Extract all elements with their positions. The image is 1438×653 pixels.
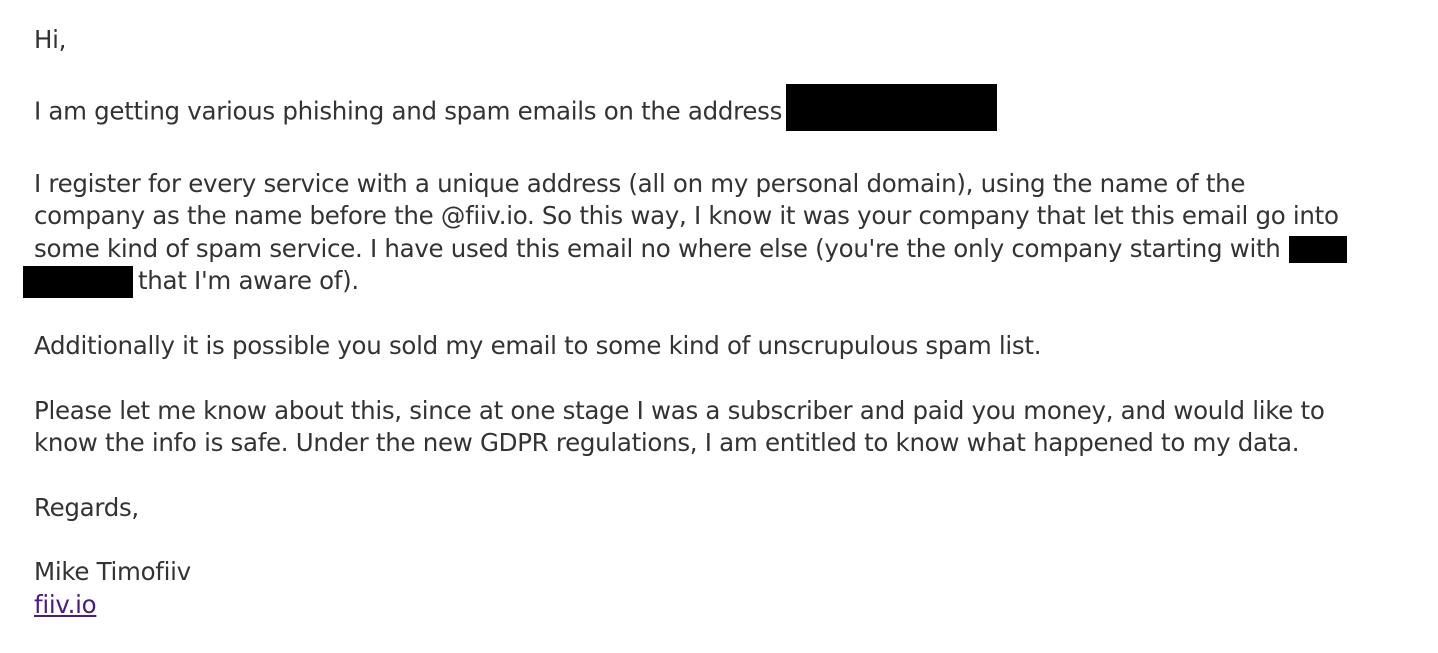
paragraph-address: I am getting various phishing and spam e…: [34, 83, 1429, 136]
address-text: I am getting various phishing and spam e…: [34, 96, 783, 125]
signature: Mike Timofiiv fiiv.io: [34, 556, 1429, 621]
greeting: Hi,: [34, 25, 67, 54]
paragraph-spam-list: Additionally it is possible you sold my …: [34, 331, 1042, 360]
paragraph-request: Please let me know about this, since at …: [34, 395, 1429, 460]
closing: Regards,: [34, 492, 139, 522]
unique-address-line-4: that I'm aware of).: [23, 265, 1429, 298]
signature-website-link[interactable]: fiiv.io: [34, 590, 97, 619]
redacted-company-prefix-a: [1288, 236, 1347, 263]
unique-address-line-3-text: some kind of spam service. I have used t…: [34, 233, 1281, 263]
unique-address-line-1: I register for every service with a uniq…: [34, 168, 1246, 198]
redacted-email-address: [786, 83, 998, 131]
request-line-1: Please let me know about this, since at …: [34, 395, 1325, 425]
unique-address-line-2: company as the name before the @fiiv.io.…: [34, 201, 1339, 230]
unique-address-line-4-text: that I'm aware of).: [138, 266, 359, 295]
paragraph-unique-address: I register for every service with a uniq…: [23, 168, 1429, 298]
request-line-2: know the info is safe. Under the new GDP…: [34, 428, 1300, 457]
signature-name: Mike Timofiiv: [34, 557, 191, 586]
email-body: Hi, I am getting various phishing and sp…: [23, 24, 1429, 653]
redacted-company-prefix-b: [23, 266, 133, 298]
unique-address-line-3: some kind of spam service. I have used t…: [34, 233, 1429, 266]
